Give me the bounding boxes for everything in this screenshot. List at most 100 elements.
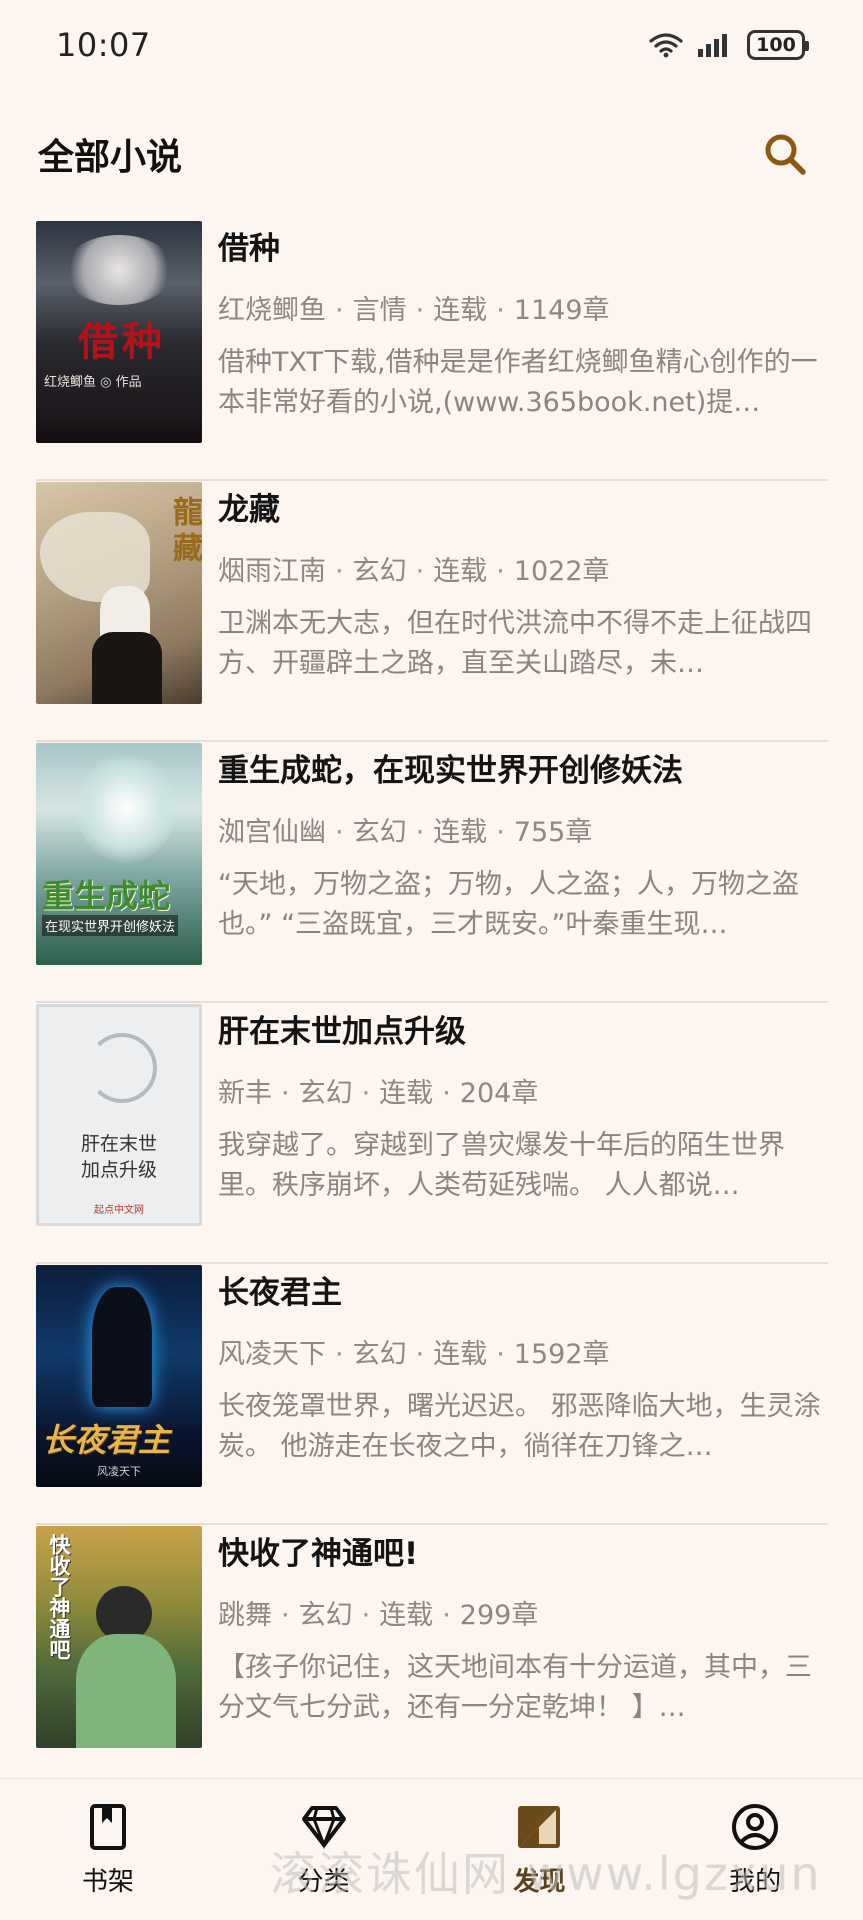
book-list: 借种 红烧鲫鱼 ◎ 作品 借种 红烧鲫鱼 · 言情 · 连载 · 1149章 借种TXT下载… bbox=[36, 220, 828, 1786]
separator-dot: · bbox=[335, 556, 344, 587]
signal-icon bbox=[698, 34, 727, 57]
book-status: 连载 bbox=[433, 1339, 488, 1370]
separator-dot: · bbox=[496, 556, 505, 587]
book-info: 肝在末世加点升级 新丰 · 玄幻 · 连载 · 204章 我穿越了。穿越到了兽灾爆发十年后的… bbox=[218, 1003, 828, 1206]
book-chapters: 1592章 bbox=[513, 1339, 610, 1370]
nav-item-category[interactable]: 分类 bbox=[249, 1779, 399, 1920]
cover-dragon-art bbox=[87, 1033, 157, 1103]
nav-label: 发现 bbox=[513, 1867, 566, 1897]
diamond-icon bbox=[301, 1806, 346, 1850]
book-info: 龙藏 烟雨江南 · 玄幻 · 连载 · 1022章 卫渊本无大志，但在时代洪流中不得不走上征… bbox=[218, 481, 828, 684]
book-cover[interactable]: 重生成蛇 在现实世界开创修妖法 bbox=[36, 743, 202, 965]
book-author: 跳舞 bbox=[218, 1600, 272, 1631]
book-genre: 玄幻 bbox=[352, 1339, 407, 1370]
book-meta: 跳舞 · 玄幻 · 连载 · 299章 bbox=[218, 1596, 828, 1636]
book-info: 重生成蛇，在现实世界开创修妖法 洳宫仙幽 · 玄幻 · 连载 · 755章 “天地，万物之盗… bbox=[218, 742, 828, 945]
book-chapters: 1149章 bbox=[513, 295, 610, 326]
book-description: 我穿越了。穿越到了兽灾爆发十年后的陌生世界里。秩序崩坏，人类苟延残喘。 人人都说… bbox=[218, 1130, 785, 1201]
book-title: 肝在末世加点升级 bbox=[218, 1014, 466, 1050]
book-cover[interactable]: 借种 红烧鲫鱼 ◎ 作品 bbox=[36, 221, 202, 443]
book-item[interactable]: 重生成蛇 在现实世界开创修妖法 重生成蛇，在现实世界开创修妖法 洳宫仙幽 · 玄幻 ·… bbox=[36, 742, 828, 1003]
nav-item-bookshelf[interactable]: 书架 bbox=[33, 1779, 183, 1920]
cover-title-art: 龍藏 bbox=[167, 496, 202, 568]
book-author: 红烧鲫鱼 bbox=[218, 295, 326, 326]
book-title: 长夜君主 bbox=[218, 1275, 342, 1311]
book-item[interactable]: 快收了神通吧 快收了神通吧! 跳舞 · 玄幻 · 连载 · 299章 【孩子你记住，这天地间… bbox=[36, 1525, 828, 1786]
cover-subtitle-art: 加点升级 bbox=[80, 1159, 157, 1181]
book-meta: 新丰 · 玄幻 · 连载 · 204章 bbox=[218, 1074, 828, 1114]
cover-brand-art: 起点中文网 bbox=[94, 1205, 144, 1216]
book-status: 连载 bbox=[379, 1078, 434, 1109]
separator-dot: · bbox=[335, 295, 344, 326]
cover-title-art: 肝在末世 bbox=[80, 1133, 157, 1155]
book-chapters: 755章 bbox=[513, 817, 593, 848]
book-info: 长夜君主 风凌天下 · 玄幻 · 连载 · 1592章 长夜笼罩世界，曙光迟迟。 邪恶降临大… bbox=[218, 1264, 828, 1467]
book-genre: 玄幻 bbox=[352, 817, 407, 848]
separator-dot: · bbox=[281, 1078, 290, 1109]
cover-author-art: 红烧鲫鱼 ◎ 作品 bbox=[44, 375, 142, 390]
book-info: 快收了神通吧! 跳舞 · 玄幻 · 连载 · 299章 【孩子你记住，这天地间本有十分运道，… bbox=[218, 1525, 828, 1728]
separator-dot: · bbox=[415, 295, 425, 326]
separator-dot: · bbox=[442, 1600, 451, 1631]
book-description: 卫渊本无大志，但在时代洪流中不得不走上征战四方、开疆辟土之路，直至关山踏尽，未… bbox=[218, 608, 812, 679]
book-cover[interactable]: 龍藏 bbox=[36, 482, 202, 704]
search-button[interactable] bbox=[757, 126, 813, 182]
separator-dot: · bbox=[496, 295, 505, 326]
book-cover[interactable]: 快收了神通吧 bbox=[36, 1526, 202, 1748]
book-cover[interactable]: 长夜君主 风凌天下 bbox=[36, 1265, 202, 1487]
book-chapters: 299章 bbox=[459, 1600, 539, 1631]
book-title: 快收了神通吧! bbox=[218, 1536, 419, 1572]
book-meta: 红烧鲫鱼 · 言情 · 连载 · 1149章 bbox=[218, 291, 828, 331]
book-title: 龙藏 bbox=[218, 492, 280, 528]
separator-dot: · bbox=[415, 1339, 425, 1370]
nav-item-profile[interactable]: 我的 bbox=[680, 1779, 830, 1920]
wifi-icon bbox=[649, 33, 683, 58]
cover-figure-art bbox=[76, 1634, 176, 1748]
book-status: 连载 bbox=[433, 295, 488, 326]
book-description: “天地，万物之盗；万物，人之盗；人，万物之盗也。” “三盗既宜，三才既安。”叶秦… bbox=[218, 869, 799, 940]
separator-dot: · bbox=[442, 1078, 451, 1109]
book-item[interactable]: 长夜君主 风凌天下 长夜君主 风凌天下 · 玄幻 · 连载 · 1592章 长夜笼罩世界，曙… bbox=[36, 1264, 828, 1525]
bottom-nav: 书架 分类 发现 我的 bbox=[0, 1778, 863, 1920]
cover-subtitle-art: 在现实世界开创修妖法 bbox=[42, 915, 179, 936]
book-description: 【孩子你记住，这天地间本有十分运道，其中，三分文气七分武，还有一分定乾坤！ 】… bbox=[218, 1652, 812, 1723]
book-author: 洳宫仙幽 bbox=[218, 817, 326, 848]
cover-figure-art bbox=[92, 632, 162, 704]
status-time: 10:07 bbox=[56, 26, 151, 64]
cover-title-art: 借种 bbox=[78, 318, 166, 365]
book-item[interactable]: 肝在末世 加点升级 起点中文网 肝在末世加点升级 新丰 · 玄幻 · 连载 · 204章 我… bbox=[36, 1003, 828, 1264]
book-item[interactable]: 龍藏 龙藏 烟雨江南 · 玄幻 · 连载 · 1022章 卫渊本无大志，但在时代洪流中不得不… bbox=[36, 481, 828, 742]
book-item[interactable]: 借种 红烧鲫鱼 ◎ 作品 借种 红烧鲫鱼 · 言情 · 连载 · 1149章 借种TXT下载… bbox=[36, 220, 828, 481]
book-author: 新丰 bbox=[218, 1078, 272, 1109]
book-title: 重生成蛇，在现实世界开创修妖法 bbox=[218, 753, 683, 789]
cover-title-art: 重生成蛇 bbox=[42, 877, 171, 915]
book-genre: 玄幻 bbox=[352, 556, 407, 587]
separator-dot: · bbox=[496, 817, 505, 848]
book-status: 连载 bbox=[433, 817, 488, 848]
book-description: 借种TXT下载,借种是是作者红烧鲫鱼精心创作的一本非常好看的小说,(www.36… bbox=[218, 347, 818, 418]
cover-figure-art bbox=[92, 1287, 152, 1407]
book-title: 借种 bbox=[218, 231, 280, 267]
battery-indicator: 100 bbox=[747, 30, 809, 60]
book-chapters: 204章 bbox=[459, 1078, 539, 1109]
nav-label: 书架 bbox=[81, 1867, 134, 1897]
cover-title-art: 长夜君主 bbox=[42, 1421, 171, 1459]
discover-icon bbox=[518, 1806, 561, 1848]
book-meta: 洳宫仙幽 · 玄幻 · 连载 · 755章 bbox=[218, 813, 828, 853]
separator-dot: · bbox=[415, 817, 425, 848]
nav-label: 分类 bbox=[297, 1867, 350, 1897]
book-genre: 玄幻 bbox=[298, 1078, 353, 1109]
book-genre: 玄幻 bbox=[298, 1600, 353, 1631]
book-description: 长夜笼罩世界，曙光迟迟。 邪恶降临大地，生灵涂炭。 他游走在长夜之中，徜徉在刀锋… bbox=[218, 1391, 821, 1462]
separator-dot: · bbox=[415, 556, 425, 587]
book-chapters: 1022章 bbox=[513, 556, 610, 587]
book-cover[interactable]: 肝在末世 加点升级 起点中文网 bbox=[36, 1004, 202, 1226]
separator-dot: · bbox=[361, 1078, 371, 1109]
book-status: 连载 bbox=[379, 1600, 434, 1631]
book-info: 借种 红烧鲫鱼 · 言情 · 连载 · 1149章 借种TXT下载,借种是是作者红烧鲫鱼精心… bbox=[218, 220, 828, 423]
nav-item-discover[interactable]: 发现 bbox=[464, 1779, 614, 1920]
page-title: 全部小说 bbox=[38, 137, 183, 178]
book-meta: 风凌天下 · 玄幻 · 连载 · 1592章 bbox=[218, 1335, 828, 1375]
separator-dot: · bbox=[281, 1600, 290, 1631]
separator-dot: · bbox=[496, 1339, 505, 1370]
